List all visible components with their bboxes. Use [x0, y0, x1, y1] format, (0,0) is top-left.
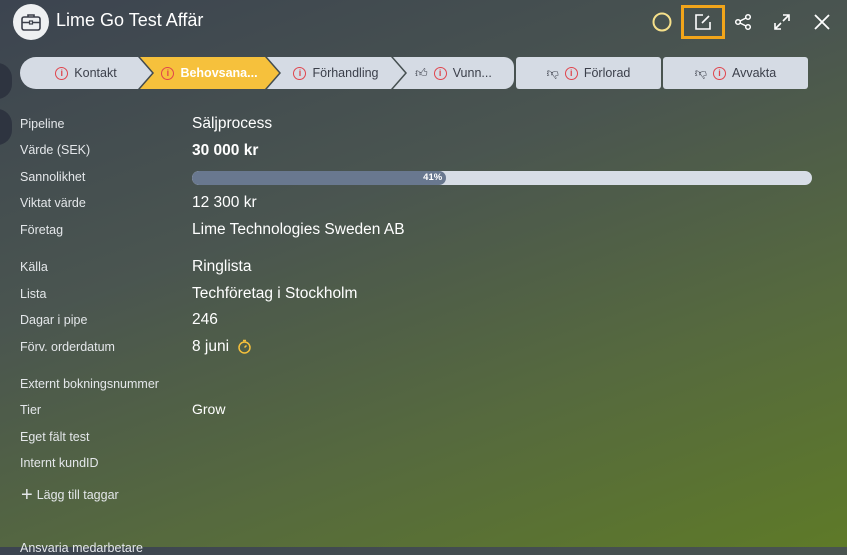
briefcase-icon: [13, 4, 49, 40]
stage-kontakt[interactable]: i Kontakt: [20, 57, 152, 89]
stage-label: Förlorad: [583, 66, 631, 80]
list-value: Techföretag i Stockholm: [192, 285, 358, 302]
thumbs-up-icon: 👍︎: [415, 65, 428, 80]
probability-label: Sannolikhet: [20, 170, 86, 184]
stage-label: Behovsana...: [180, 66, 258, 80]
share-button[interactable]: [728, 7, 758, 37]
stage-vunnen[interactable]: 👍︎ i Vunn...: [393, 57, 514, 89]
stage-label: Vunn...: [452, 66, 492, 80]
stage-forlorad[interactable]: 👎︎ i Förlorad: [516, 57, 661, 89]
tier-value: Grow: [192, 401, 226, 417]
pipeline-value: Säljprocess: [192, 115, 273, 132]
stage-behovsanalys[interactable]: i Behovsana...: [140, 57, 279, 89]
side-tab-1[interactable]: [0, 63, 12, 99]
stopwatch-icon: [238, 340, 252, 355]
page-title: Lime Go Test Affär: [56, 10, 204, 30]
order-date-field[interactable]: 8 juni: [192, 338, 252, 356]
source-label: Källa: [20, 260, 48, 274]
close-icon: [814, 14, 830, 30]
value-value: 30 000 kr: [192, 142, 259, 159]
probability-fill: 41%: [192, 171, 447, 185]
external-booking-label: Externt bokningsnummer: [20, 377, 159, 391]
edit-button[interactable]: [681, 5, 725, 39]
side-tab-2[interactable]: [0, 109, 12, 145]
info-icon: i: [712, 66, 726, 80]
stage-label: Kontakt: [74, 66, 117, 80]
stage-forhandling[interactable]: i Förhandling: [267, 57, 405, 89]
weighted-value: 12 300 kr: [192, 194, 257, 211]
probability-bar[interactable]: 41%: [192, 171, 812, 185]
source-value: Ringlista: [192, 258, 252, 275]
list-label: Lista: [20, 287, 47, 301]
add-tags-label: Lägg till taggar: [36, 488, 119, 502]
stage-label: Förhandling: [312, 66, 379, 80]
info-icon: i: [55, 66, 69, 80]
info-icon: i: [564, 66, 578, 80]
status-circle-icon: [652, 12, 672, 32]
internal-customer-id-label: Internt kundID: [20, 456, 99, 470]
expand-button[interactable]: [767, 7, 797, 37]
order-date-value: 8 juni: [192, 338, 230, 355]
deal-header: Lime Go Test Affär: [0, 0, 847, 44]
custom-field-label: Eget fält test: [20, 430, 90, 444]
probability-value: 41%: [423, 172, 443, 183]
thumbs-down-icon: 👎︎: [546, 65, 559, 80]
expand-icon: [774, 14, 790, 30]
info-icon: i: [433, 66, 447, 80]
responsible-staff-label: Ansvaria medarbetare: [20, 541, 143, 555]
days-in-pipe-value: 246: [192, 311, 218, 328]
info-icon: i: [293, 66, 307, 80]
status-circle-button[interactable]: [647, 7, 677, 37]
company-link[interactable]: Lime Technologies Sweden AB: [192, 221, 405, 239]
plus-icon: +: [21, 484, 33, 506]
days-in-pipe-label: Dagar i pipe: [20, 313, 88, 327]
stage-avvakta[interactable]: 👎︎ i Avvakta: [663, 57, 808, 89]
pipeline-stages: i Kontakt i Behovsana... i Förhandling 👍…: [20, 57, 808, 89]
thumbs-down-icon: 👎︎: [694, 65, 707, 80]
value-label: Värde (SEK): [20, 143, 91, 157]
share-icon: [734, 13, 752, 31]
close-button[interactable]: [807, 7, 837, 37]
company-label: Företag: [20, 223, 64, 237]
info-icon: i: [161, 66, 175, 80]
tier-label: Tier: [20, 403, 42, 417]
edit-icon: [695, 14, 711, 30]
add-tags-button[interactable]: + Lägg till taggar: [21, 484, 119, 506]
order-date-label: Förv. orderdatum: [20, 340, 115, 354]
weighted-value-label: Viktat värde: [20, 196, 86, 210]
stage-label: Avvakta: [731, 66, 777, 80]
pipeline-label: Pipeline: [20, 117, 65, 131]
